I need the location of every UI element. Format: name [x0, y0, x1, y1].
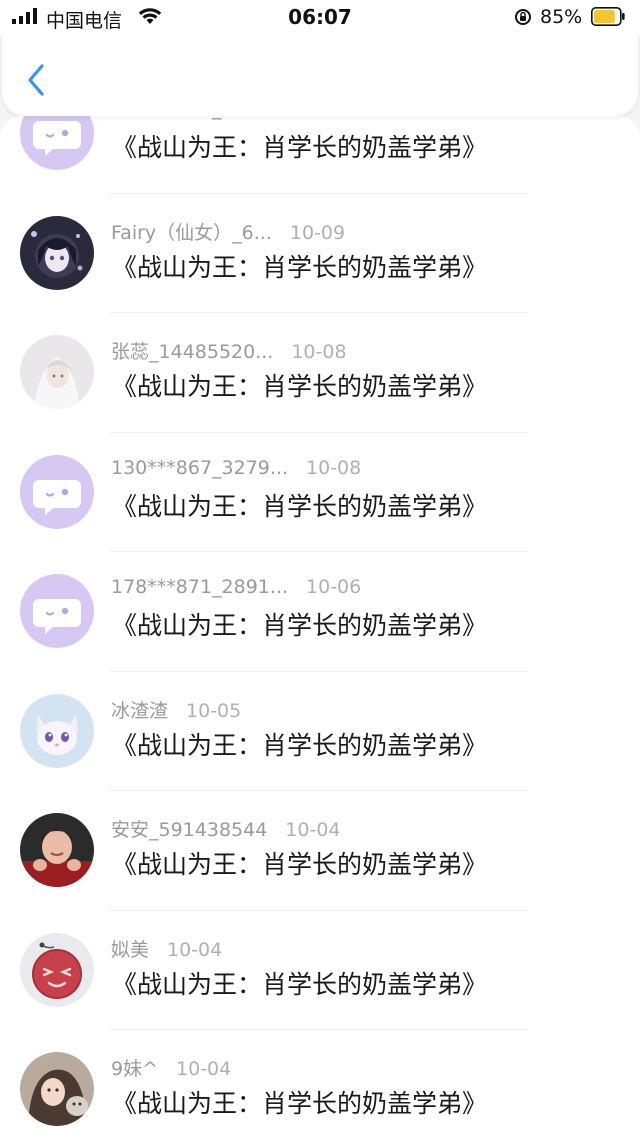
- item-meta: Fairy（仙女）_6... 10-09: [111, 218, 345, 245]
- avatar[interactable]: [20, 932, 94, 1007]
- item-date: 10-09: [306, 116, 361, 120]
- avatar[interactable]: [20, 454, 94, 529]
- avatar[interactable]: [20, 116, 94, 170]
- status-bar: 中国电信 06:07 85%: [0, 0, 640, 36]
- avatar[interactable]: [20, 335, 94, 409]
- item-meta: 9妹^ 10-04: [111, 1054, 231, 1081]
- item-meta: 冰渣渣 10-05: [111, 696, 241, 723]
- item-date: 10-05: [186, 699, 242, 722]
- item-meta: 张蕊_14485520... 10-08: [111, 337, 347, 364]
- white-fox-avatar: [20, 693, 94, 768]
- list-item[interactable]: 冰渣渣 10-05 《战山为王：肖学长的奶盖学弟》: [0, 672, 640, 792]
- item-date: 10-04: [167, 938, 223, 961]
- list-item[interactable]: 178***871_2891... 10-06 《战山为王：肖学长的奶盖学弟》: [0, 552, 640, 672]
- rotation-lock-icon: [515, 9, 531, 25]
- avatar[interactable]: [20, 574, 94, 648]
- user-name: Fairy（仙女）_6...: [111, 221, 272, 244]
- book-title: 《战山为王：肖学长的奶盖学弟》: [112, 969, 488, 999]
- list-item[interactable]: 安安_591438544 10-04 《战山为王：肖学长的奶盖学弟》: [0, 791, 640, 911]
- user-name: 姒美: [111, 938, 150, 961]
- item-meta: 178***871_2891... 10-06: [111, 576, 361, 598]
- avatar[interactable]: [20, 693, 94, 768]
- book-title: 《战山为王：肖学长的奶盖学弟》: [112, 1089, 488, 1118]
- book-title: 《战山为王：肖学长的奶盖学弟》: [112, 730, 488, 760]
- book-title: 《战山为王：肖学长的奶盖学弟》: [112, 611, 488, 640]
- anime-girl-avatar: [20, 215, 94, 290]
- user-name: 130***867_3279...: [111, 456, 289, 479]
- list-item[interactable]: 张蕊_14485520... 10-08 《战山为王：肖学长的奶盖学弟》: [0, 313, 640, 433]
- list-item[interactable]: 姒美 10-04 《战山为王：肖学长的奶盖学弟》: [0, 911, 640, 1031]
- reader-list[interactable]: 183***312_1360... 10-09 《战山为王：肖学长的奶盖学弟》 F…: [0, 116, 640, 1138]
- avatar[interactable]: [20, 1052, 94, 1126]
- list-item[interactable]: Fairy（仙女）_6... 10-09 《战山为王：肖学长的奶盖学弟》: [0, 194, 640, 314]
- user-name: 张蕊_14485520...: [111, 341, 274, 363]
- item-meta: 姒美 10-04: [111, 935, 222, 962]
- item-date: 10-06: [306, 576, 362, 598]
- nav-bar: [2, 36, 638, 116]
- user-name: 178***871_2891...: [111, 576, 289, 598]
- list-item[interactable]: 9妹^ 10-04 《战山为王：肖学长的奶盖学弟》: [0, 1030, 640, 1138]
- list-item[interactable]: 130***867_3279... 10-08 《战山为王：肖学长的奶盖学弟》: [0, 433, 640, 553]
- book-title: 《战山为王：肖学长的奶盖学弟》: [112, 252, 488, 282]
- user-name: 安安_591438544: [111, 819, 268, 841]
- default-chat-avatar: [20, 454, 94, 529]
- item-date: 10-09: [289, 221, 346, 244]
- item-date: 10-04: [176, 1058, 232, 1080]
- user-name: 冰渣渣: [111, 699, 169, 722]
- girl-photo-avatar: [20, 1052, 94, 1126]
- battery-icon: [591, 7, 625, 26]
- item-meta: 安安_591438544 10-04: [111, 815, 341, 842]
- book-title: 《战山为王：肖学长的奶盖学弟》: [112, 133, 488, 162]
- item-meta: 183***312_1360... 10-09: [111, 116, 361, 120]
- item-meta: 130***867_3279... 10-08: [111, 457, 361, 479]
- item-date: 10-08: [291, 341, 347, 363]
- avatar[interactable]: [20, 215, 94, 290]
- book-title: 《战山为王：肖学长的奶盖学弟》: [112, 491, 488, 521]
- user-name: 183***312_1360...: [111, 116, 288, 120]
- user-name: 9妹^: [111, 1058, 159, 1080]
- child-photo-avatar: [20, 813, 94, 887]
- item-date: 10-04: [285, 819, 341, 841]
- avatar[interactable]: [20, 813, 94, 887]
- default-chat-avatar: [20, 116, 94, 170]
- default-chat-avatar: [20, 574, 94, 648]
- battery-percent: 85%: [540, 6, 583, 28]
- list: 183***312_1360... 10-09 《战山为王：肖学长的奶盖学弟》 F…: [0, 116, 640, 1138]
- back-button[interactable]: [20, 58, 52, 102]
- book-title: 《战山为王：肖学长的奶盖学弟》: [112, 850, 488, 879]
- white-hair-avatar: [20, 335, 94, 409]
- item-date: 10-08: [306, 456, 362, 479]
- book-title: 《战山为王：肖学长的奶盖学弟》: [112, 372, 488, 401]
- chevron-left-icon: [28, 64, 44, 96]
- list-item[interactable]: 183***312_1360... 10-09 《战山为王：肖学长的奶盖学弟》: [0, 116, 640, 194]
- red-ball-avatar: [20, 932, 94, 1007]
